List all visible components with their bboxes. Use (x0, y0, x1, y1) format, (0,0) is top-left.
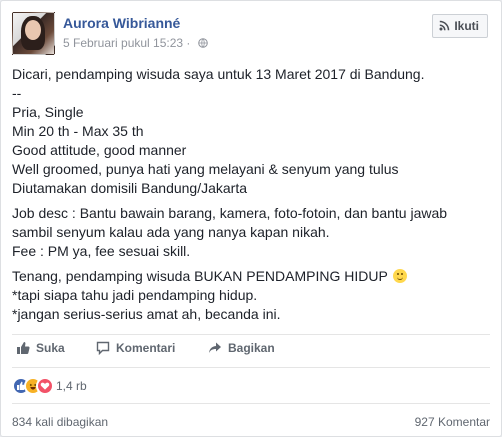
share-label: Bagikan (228, 341, 275, 355)
share-arrow-icon (209, 342, 221, 353)
share-button[interactable]: Bagikan (208, 341, 275, 355)
avatar[interactable] (12, 12, 55, 55)
reaction-count: 1,4 rb (56, 379, 87, 393)
action-bar: Suka Komentari Bagikan (12, 341, 490, 361)
author-name[interactable]: Aurora Wibrianné (63, 15, 180, 31)
follow-button[interactable]: Ikuti (432, 14, 488, 38)
thumbs-up-icon (17, 342, 30, 354)
post-line: Job desc : Bantu bawain barang, kamera, … (12, 205, 448, 221)
divider (12, 334, 490, 335)
like-label: Suka (36, 341, 65, 355)
meta-separator: · (186, 36, 191, 50)
love-reaction-icon (36, 377, 54, 395)
post-line: Diutamakan domisili Bandung/Jakarta (12, 180, 248, 196)
divider (12, 367, 490, 368)
post-line: Pria, Single (12, 104, 84, 120)
post-paragraph-1: Dicari, pendamping wisuda saya untuk 13 … (12, 65, 490, 198)
post-line: Good attitude, good manner (12, 142, 187, 158)
post-line-with-emoji: Tenang, pendamping wisuda BUKAN PENDAMPI… (12, 267, 490, 286)
comment-count-link[interactable]: 927 Komentar (415, 415, 490, 429)
share-count-link[interactable]: 834 kali dibagikan (12, 415, 108, 429)
divider (12, 403, 490, 404)
post-line: Tenang, pendamping wisuda BUKAN PENDAMPI… (12, 268, 388, 284)
avatar-face (25, 20, 41, 40)
post-body: Dicari, pendamping wisuda saya untuk 13 … (12, 65, 490, 330)
comment-icon (96, 341, 110, 356)
post-line: Fee : PM ya, fee sesuai skill. (12, 243, 191, 259)
post-meta: 5 Februari pukul 15:23 · (63, 36, 208, 50)
globe-icon (197, 38, 208, 48)
post-line: Min 20 th - Max 35 th (12, 123, 144, 139)
post-line: sambil senyum kalau ada yang nanya kapan… (12, 224, 330, 240)
post-line: *jangan serius-serius amat ah, becanda i… (12, 306, 281, 322)
post-paragraph-2: Job desc : Bantu bawain barang, kamera, … (12, 204, 490, 261)
comment-label: Komentari (116, 341, 176, 355)
post-header: Aurora Wibrianné 5 Februari pukul 15:23 … (12, 12, 492, 56)
post-paragraph-3: Tenang, pendamping wisuda BUKAN PENDAMPI… (12, 267, 490, 324)
post-line: Dicari, pendamping wisuda saya untuk 13 … (12, 66, 425, 82)
smile-emoji-icon (393, 269, 408, 283)
post-line: -- (12, 85, 22, 101)
post-line: *tapi siapa tahu jadi pendamping hidup. (12, 287, 258, 303)
post-timestamp[interactable]: 5 Februari pukul 15:23 (63, 36, 183, 50)
follow-label: Ikuti (454, 19, 479, 33)
post-card: Aurora Wibrianné 5 Februari pukul 15:23 … (0, 0, 502, 437)
post-line: Well groomed, punya hati yang melayani &… (12, 161, 399, 177)
like-button[interactable]: Suka (16, 341, 65, 355)
rss-icon (439, 20, 450, 31)
comment-button[interactable]: Komentari (96, 341, 176, 356)
